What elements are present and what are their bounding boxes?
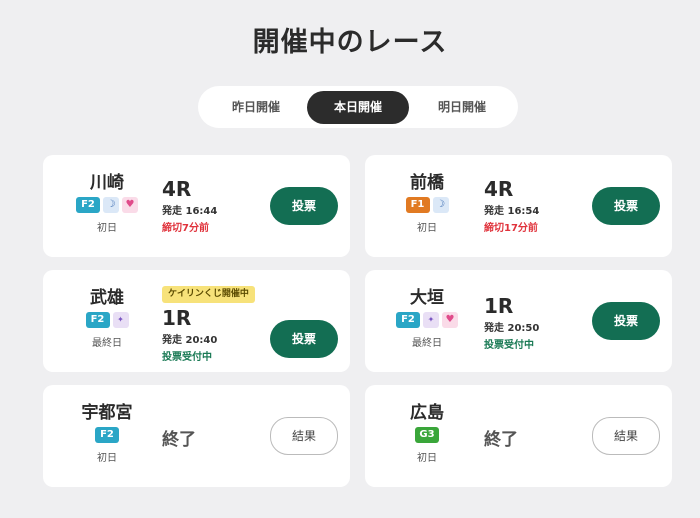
result-button[interactable]: 結果 xyxy=(592,417,660,455)
venue-info: 広島 G3 初日 xyxy=(377,403,477,464)
race-card-maebashi: 前橋 F1 ☽ 初日 4R 発走 16:54 締切17分前 投票 xyxy=(365,155,672,257)
venue-info: 前橋 F1 ☽ 初日 xyxy=(377,173,477,234)
venue-name: 宇都宮 xyxy=(81,403,133,423)
page-title: 開催中のレース xyxy=(252,27,448,58)
day-label: 最終日 xyxy=(412,338,442,349)
heart-icon: ♥ xyxy=(122,197,138,213)
start-time: 発走 20:40 xyxy=(162,335,218,346)
start-time: 発走 16:54 xyxy=(484,206,540,217)
vote-button[interactable]: 投票 xyxy=(270,187,338,225)
race-info: 1R 発走 20:40 投票受付中 xyxy=(162,306,217,363)
heart-icon: ♥ xyxy=(442,312,458,328)
race-info: 4R 発走 16:54 締切17分前 xyxy=(484,177,539,234)
result-button[interactable]: 結果 xyxy=(270,417,338,455)
tab-tomorrow[interactable]: 明日開催 xyxy=(411,91,513,124)
day-label: 初日 xyxy=(417,223,437,234)
result-status: 終了 xyxy=(162,430,196,450)
race-number: 1R xyxy=(162,306,192,330)
race-card-ogaki: 大垣 F2 ✦ ♥ 最終日 1R 発走 20:50 投票受付中 投票 xyxy=(365,270,672,372)
grade-badge: F2 xyxy=(95,427,119,443)
lottery-badge: ケイリンくじ開催中 xyxy=(162,286,255,303)
grade-badge: G3 xyxy=(415,427,439,443)
race-number: 1R xyxy=(484,294,514,318)
result-status: 終了 xyxy=(484,430,518,450)
day-label: 初日 xyxy=(97,223,117,234)
deadline-text: 締切17分前 xyxy=(484,223,538,234)
grade-badge: F1 xyxy=(405,197,430,213)
race-info: 1R 発走 20:50 投票受付中 xyxy=(484,294,539,351)
tab-yesterday[interactable]: 昨日開催 xyxy=(205,91,307,124)
vote-button[interactable]: 投票 xyxy=(270,320,338,358)
venue-name: 川崎 xyxy=(90,173,124,193)
grade-badge: F2 xyxy=(396,312,420,328)
venue-name: 前橋 xyxy=(410,173,444,193)
venue-name: 武雄 xyxy=(90,288,124,308)
status-text: 投票受付中 xyxy=(484,340,534,351)
venue-info: 川崎 F2 ☽ ♥ 初日 xyxy=(57,173,157,234)
day-label: 最終日 xyxy=(92,338,122,349)
day-label: 初日 xyxy=(97,453,117,464)
grade-badge: F2 xyxy=(76,197,100,213)
race-info: 4R 発走 16:44 締切7分前 xyxy=(162,177,217,234)
vote-button[interactable]: 投票 xyxy=(592,187,660,225)
vote-button[interactable]: 投票 xyxy=(592,302,660,340)
start-time: 発走 16:44 xyxy=(162,206,218,217)
venue-name: 大垣 xyxy=(410,288,444,308)
race-card-kawasaki: 川崎 F2 ☽ ♥ 初日 4R 発走 16:44 締切7分前 投票 xyxy=(43,155,350,257)
race-card-hiroshima: 広島 G3 初日 終了 結果 xyxy=(365,385,672,487)
venue-name: 広島 xyxy=(410,403,444,423)
deadline-text: 締切7分前 xyxy=(162,223,209,234)
tab-today[interactable]: 本日開催 xyxy=(307,91,409,124)
venue-info: 大垣 F2 ✦ ♥ 最終日 xyxy=(377,288,477,349)
venue-info: 宇都宮 F2 初日 xyxy=(57,403,157,464)
day-tabs: 昨日開催 本日開催 明日開催 xyxy=(198,86,518,128)
star-icon: ✦ xyxy=(423,312,439,328)
start-time: 発走 20:50 xyxy=(484,323,540,334)
star-icon: ✦ xyxy=(112,312,129,328)
race-card-takeo: 武雄 F2 ✦ 最終日 ケイリンくじ開催中 1R 発走 20:40 投票受付中 … xyxy=(43,270,350,372)
race-card-utsunomiya: 宇都宮 F2 初日 終了 結果 xyxy=(43,385,350,487)
venue-info: 武雄 F2 ✦ 最終日 xyxy=(57,288,157,349)
race-number: 4R xyxy=(162,177,192,201)
day-label: 初日 xyxy=(417,453,437,464)
night-icon: ☽ xyxy=(103,197,119,213)
status-text: 投票受付中 xyxy=(162,352,212,363)
race-number: 4R xyxy=(484,177,514,201)
night-icon: ☽ xyxy=(432,197,449,213)
grade-badge: F2 xyxy=(85,312,110,328)
